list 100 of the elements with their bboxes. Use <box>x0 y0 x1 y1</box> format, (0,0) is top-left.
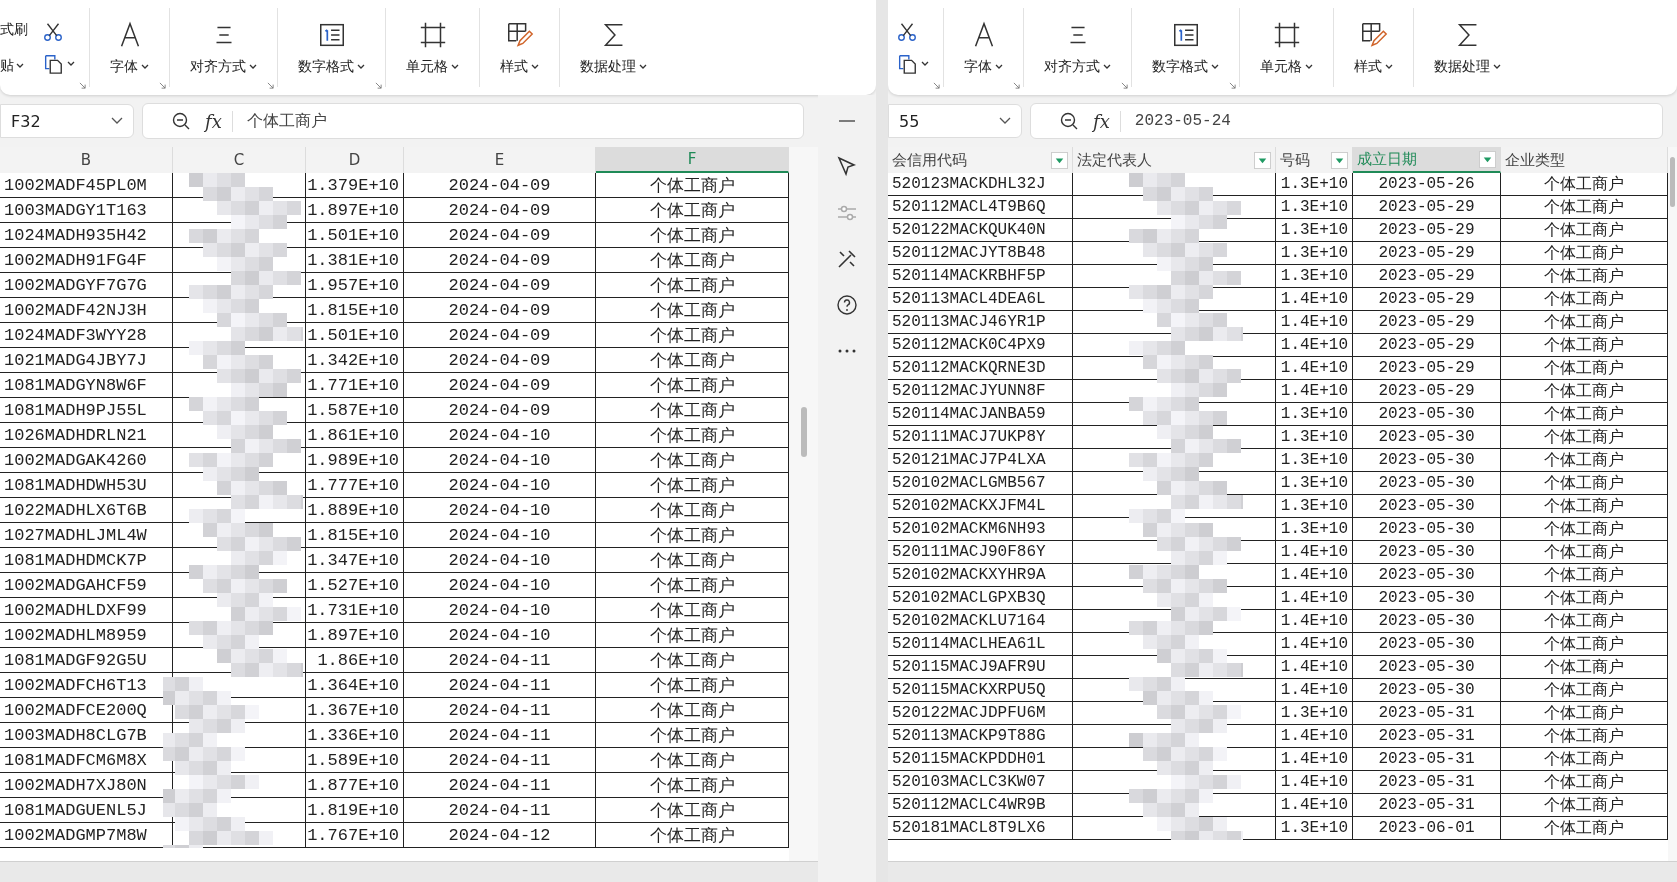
table-cell: 1024MADF3WYY28 <box>0 323 173 348</box>
column-header[interactable]: 号码 <box>1276 147 1353 173</box>
name-box[interactable]: 55 <box>888 104 1022 138</box>
table-cell: 2024-04-10 <box>404 523 596 548</box>
ribbon-label[interactable]: 式刷 <box>0 20 28 39</box>
table-cell: 1.897E+10 <box>306 198 404 223</box>
filter-icon[interactable] <box>1051 151 1068 169</box>
table-cell: 1.3E+10 <box>1276 403 1353 426</box>
formula-bar[interactable]: fx 2023-05-24 <box>1030 103 1663 139</box>
expand-icon[interactable] <box>1013 82 1020 89</box>
table-cell: 1.501E+10 <box>306 323 404 348</box>
table-cell: 1.897E+10 <box>306 623 404 648</box>
table-cell: 2023-05-29 <box>1353 219 1501 242</box>
table-cell: 1.777E+10 <box>306 473 404 498</box>
table-cell: 520102MACKLU7164 <box>888 610 1073 633</box>
table-cell: 1002MADGAK4260 <box>0 448 173 473</box>
table-cell: 2023-05-29 <box>1353 380 1501 403</box>
table-cell: 1.3E+10 <box>1276 426 1353 449</box>
table-cell: 1.4E+10 <box>1276 794 1353 817</box>
table-cell: 2024-04-09 <box>404 198 596 223</box>
column-header[interactable]: 会信用代码 <box>888 147 1073 173</box>
function-label[interactable]: fx <box>205 110 233 132</box>
table-cell: 520113MACL4DEA6L <box>888 288 1073 311</box>
expand-icon[interactable] <box>79 82 86 89</box>
table-cell: 2024-04-10 <box>404 623 596 648</box>
formula-bar[interactable]: fx 个体工商户 <box>142 103 804 139</box>
formula-value: 2023-05-24 <box>1134 112 1231 130</box>
table-cell: 2024-04-09 <box>404 173 596 198</box>
table-cell: 520112MACK0C4PX9 <box>888 334 1073 357</box>
table-cell: 1.4E+10 <box>1276 334 1353 357</box>
caret-icon <box>357 64 365 69</box>
caret-icon <box>1103 64 1111 69</box>
column-header[interactable]: B <box>0 147 173 173</box>
table-cell: 2024-04-12 <box>404 823 596 848</box>
table-cell: 1.4E+10 <box>1276 633 1353 656</box>
caret-icon <box>1385 64 1393 69</box>
zoom-out-icon[interactable] <box>171 111 191 131</box>
filter-icon[interactable] <box>1479 150 1496 168</box>
expand-icon[interactable] <box>1229 82 1236 89</box>
table-cell: 520114MACKRBHF5P <box>888 265 1073 288</box>
expand-icon[interactable] <box>159 82 166 89</box>
zoom-out-icon[interactable] <box>1059 111 1079 131</box>
copy-icon[interactable] <box>896 52 918 75</box>
caret-icon <box>1493 64 1501 69</box>
table-cell: 1022MADHLX6T6B <box>0 498 173 523</box>
table-cell: 2024-04-09 <box>404 273 596 298</box>
table-cell: 1003MADGY1T163 <box>0 198 173 223</box>
table-cell: 2023-05-30 <box>1353 426 1501 449</box>
table-cell: 520111MACJ7UKP8Y <box>888 426 1073 449</box>
table-cell: 1.815E+10 <box>306 523 404 548</box>
ribbon-label[interactable]: 贴 <box>0 56 28 75</box>
table-cell: 1.3E+10 <box>1276 817 1353 840</box>
table-cell: 1.86E+10 <box>306 648 404 673</box>
table-cell: 2023-05-30 <box>1353 633 1501 656</box>
table-cell: 1.501E+10 <box>306 223 404 248</box>
expand-icon[interactable] <box>267 82 274 89</box>
table-cell: 1026MADHDRLN21 <box>0 423 173 448</box>
expand-icon[interactable] <box>1121 82 1128 89</box>
table-cell: 1.3E+10 <box>1276 196 1353 219</box>
table-cell: 520115MACJ9AFR9U <box>888 656 1073 679</box>
table-cell: 2024-04-10 <box>404 573 596 598</box>
table-cell: 520102MACLGPXB3Q <box>888 587 1073 610</box>
table-cell: 2023-05-31 <box>1353 794 1501 817</box>
table-cell: 1.381E+10 <box>306 248 404 273</box>
filter-icon[interactable] <box>1254 151 1271 169</box>
expand-icon[interactable] <box>933 82 940 89</box>
table-cell: 1.3E+10 <box>1276 702 1353 725</box>
table-cell: 1027MADHLJML4W <box>0 523 173 548</box>
table-cell: 2023-05-31 <box>1353 771 1501 794</box>
caret-icon <box>16 63 24 68</box>
table-cell: 1.4E+10 <box>1276 771 1353 794</box>
table-cell: 1.3E+10 <box>1276 173 1353 196</box>
table-cell: 1.3E+10 <box>1276 472 1353 495</box>
table-cell: 1.877E+10 <box>306 773 404 798</box>
scrollbar[interactable] <box>1668 147 1677 861</box>
table-cell: 2023-05-29 <box>1353 334 1501 357</box>
table-cell: 1.347E+10 <box>306 548 404 573</box>
table-cell: 2023-05-31 <box>1353 725 1501 748</box>
table-cell: 2023-05-29 <box>1353 265 1501 288</box>
expand-icon[interactable] <box>375 82 382 89</box>
table-cell: 1002MADF45PL0M <box>0 173 173 198</box>
table-cell: 2023-05-29 <box>1353 196 1501 219</box>
table-cell: 2024-04-10 <box>404 548 596 573</box>
table-cell: 520112MACJYUNN8F <box>888 380 1073 403</box>
table-cell: 2024-04-10 <box>404 598 596 623</box>
table-cell: 520115MACKPDDH01 <box>888 748 1073 771</box>
help-icon[interactable] <box>835 293 859 317</box>
table-cell: 520112MACJYT8B48 <box>888 242 1073 265</box>
caret-icon <box>249 64 257 69</box>
filter-icon[interactable] <box>1331 151 1348 169</box>
table-cell: 1.336E+10 <box>306 723 404 748</box>
table-cell: 1.3E+10 <box>1276 495 1353 518</box>
copy-icon[interactable] <box>42 52 64 75</box>
scrollbar[interactable] <box>789 147 818 861</box>
name-box[interactable]: F32 <box>0 104 134 138</box>
table-cell: 520102MACKM6NH93 <box>888 518 1073 541</box>
column-header[interactable]: D <box>306 147 404 173</box>
function-label[interactable]: fx <box>1093 110 1121 132</box>
table-cell: 520122MACKQUK40N <box>888 219 1073 242</box>
dropdown-icon <box>999 117 1011 125</box>
